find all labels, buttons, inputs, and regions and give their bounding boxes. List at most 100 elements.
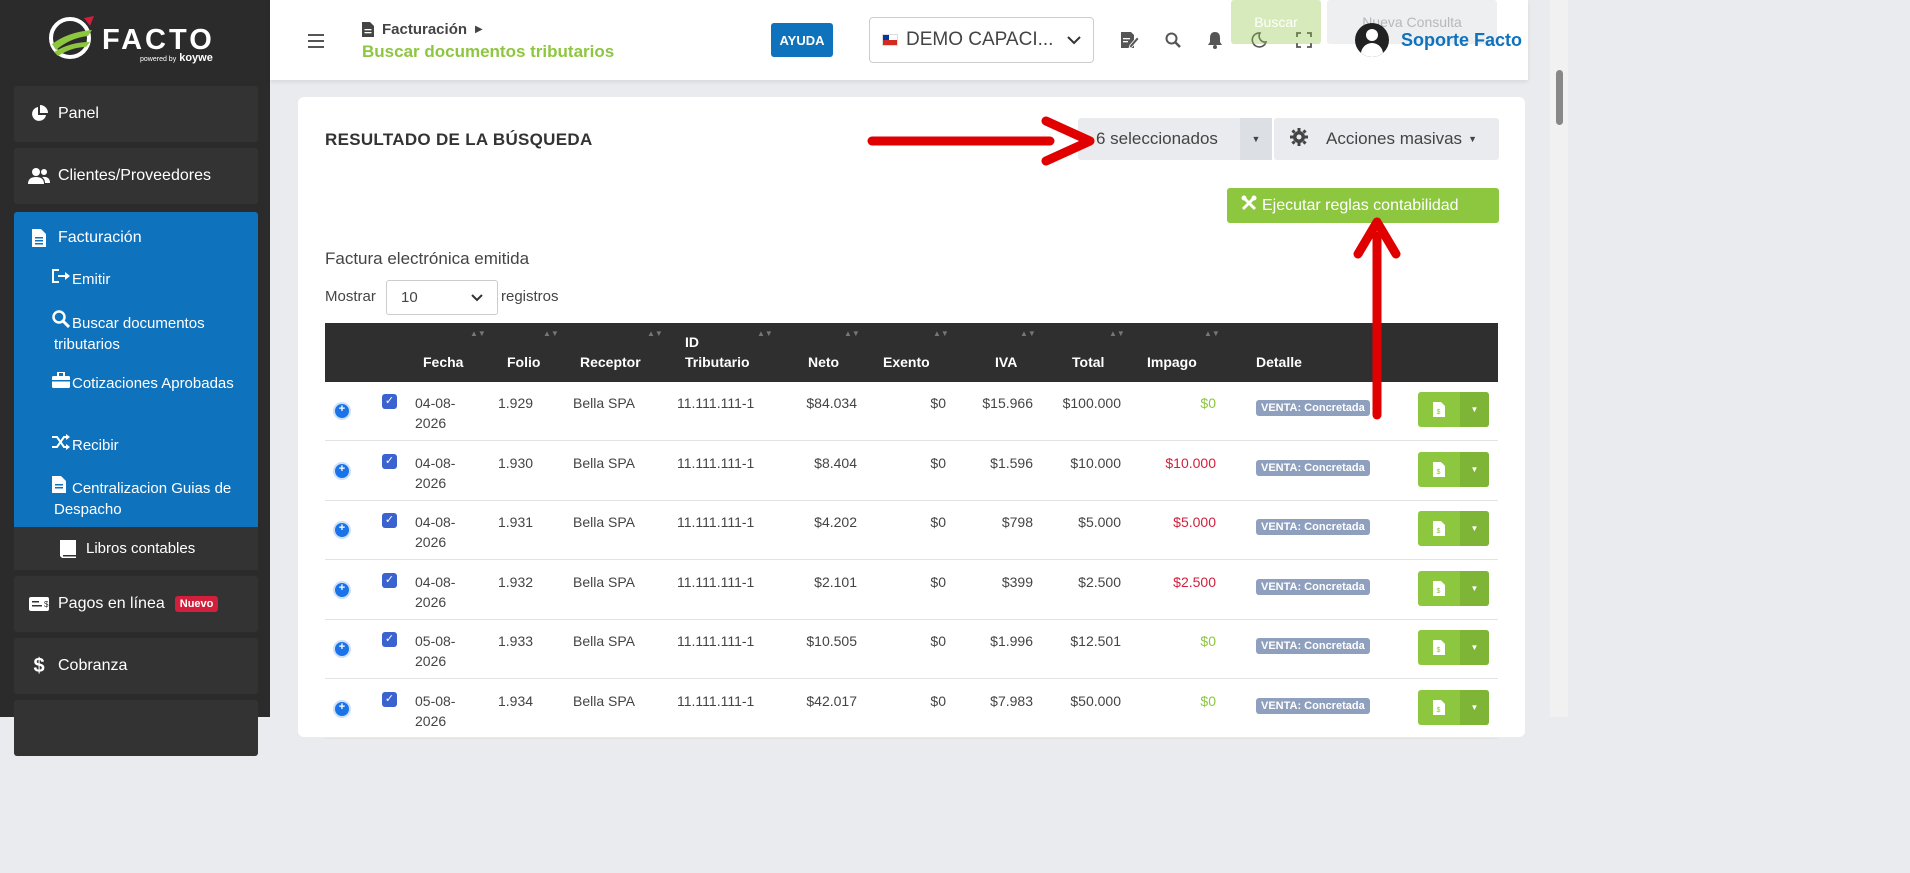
page-size-select[interactable]: 10 — [386, 280, 498, 315]
col-fecha[interactable]: Fecha — [423, 354, 463, 370]
caret-down-icon[interactable]: ▼ — [1460, 630, 1489, 665]
breadcrumb: Facturación ▶ — [362, 21, 483, 38]
row-checkbox[interactable]: ✓ — [382, 572, 397, 588]
submenu-item-recibir[interactable]: Recibir — [52, 434, 254, 456]
col-id-line2[interactable]: Tributario — [685, 354, 750, 370]
document-icon[interactable]: $ — [1418, 452, 1460, 487]
expand-row-icon[interactable]: + — [333, 699, 351, 718]
sort-icon[interactable]: ▲▼ — [470, 329, 486, 338]
svg-text:$: $ — [1437, 647, 1441, 654]
col-iva[interactable]: IVA — [995, 354, 1017, 370]
bell-icon[interactable] — [1205, 30, 1225, 50]
caret-down-icon[interactable]: ▼ — [1460, 511, 1489, 546]
help-button[interactable]: AYUDA — [771, 23, 833, 57]
breadcrumb-parent[interactable]: Facturación — [382, 21, 467, 38]
col-neto[interactable]: Neto — [808, 354, 839, 370]
sort-icon[interactable]: ▲▼ — [543, 329, 559, 338]
caret-down-icon[interactable]: ▼ — [1460, 689, 1489, 725]
edit-document-icon[interactable] — [1120, 30, 1140, 50]
selection-dropdown[interactable]: 6 seleccionados ▼ — [1078, 118, 1272, 160]
document-icon[interactable]: $ — [1418, 630, 1460, 665]
facto-logo[interactable]: FACTO powered by koywe — [48, 14, 228, 72]
sort-icon[interactable]: ▲▼ — [757, 329, 773, 338]
row-actions[interactable]: $ ▼ — [1418, 451, 1489, 487]
table-row[interactable]: + ✓ 04-08- 2026 1.932 Bella SPA 11.111.111-1 $2… — [325, 561, 1498, 620]
document-icon[interactable]: $ — [1418, 392, 1460, 427]
expand-row-icon[interactable]: + — [333, 461, 351, 480]
caret-down-icon[interactable]: ▼ — [1460, 570, 1489, 606]
table-row[interactable]: + ✓ 04-08- 2026 1.931 Bella SPA 11.111.111-1 $4… — [325, 501, 1498, 560]
table-row[interactable]: + ✓ 05-08- 2026 1.934 Bella SPA 11.111.111-1 $4… — [325, 680, 1498, 739]
page-scrollbar[interactable] — [1550, 0, 1568, 717]
sidebar-item-clientes[interactable]: Clientes/Proveedores — [14, 148, 258, 204]
row-checkbox[interactable]: ✓ — [382, 453, 397, 469]
shuffle-icon — [52, 434, 72, 456]
table-row[interactable]: + ✓ 04-08- 2026 1.929 Bella SPA 11.111.111-1 $8… — [325, 382, 1498, 441]
briefcase-icon — [52, 371, 72, 394]
scrollbar-thumb[interactable] — [1556, 70, 1563, 125]
submenu-item-emitir[interactable]: Emitir — [52, 268, 254, 290]
sort-icon[interactable]: ▲▼ — [1204, 329, 1220, 338]
table-row[interactable]: + ✓ 05-08- 2026 1.933 Bella SPA 11.111.111-1 $1… — [325, 620, 1498, 679]
company-selector[interactable]: DEMO CAPACI... — [869, 17, 1094, 63]
cell-total: $100.000 — [1062, 395, 1121, 411]
sort-icon[interactable]: ▲▼ — [1109, 329, 1125, 338]
ghost-search-button[interactable]: Buscar — [1231, 0, 1321, 44]
col-folio[interactable]: Folio — [507, 354, 540, 370]
row-checkbox[interactable]: ✓ — [382, 691, 397, 707]
row-actions[interactable]: $ ▼ — [1418, 630, 1489, 665]
expand-row-icon[interactable]: + — [333, 580, 351, 599]
cell-impago: $2.500 — [1173, 573, 1216, 590]
col-detalle[interactable]: Detalle — [1256, 354, 1302, 370]
col-total[interactable]: Total — [1072, 354, 1104, 370]
search-icon[interactable] — [1163, 30, 1183, 50]
row-checkbox[interactable]: ✓ — [382, 632, 397, 647]
row-actions[interactable]: $ ▼ — [1418, 392, 1489, 427]
user-name[interactable]: Soporte Facto — [1401, 30, 1522, 51]
sidebar-item-facturacion[interactable]: Facturación — [14, 212, 258, 264]
submenu-item-cotizaciones[interactable]: Cotizaciones Aprobadas — [52, 371, 254, 394]
sort-icon[interactable]: ▲▼ — [1020, 329, 1036, 338]
col-impago[interactable]: Impago — [1147, 354, 1197, 370]
caret-down-icon[interactable]: ▼ — [1240, 118, 1272, 160]
row-actions[interactable]: $ ▼ — [1418, 689, 1489, 725]
results-title: RESULTADO DE LA BÚSQUEDA — [325, 130, 593, 149]
document-icon[interactable]: $ — [1418, 511, 1460, 546]
row-checkbox[interactable]: ✓ — [382, 394, 397, 409]
results-card: RESULTADO DE LA BÚSQUEDA 6 seleccionados… — [298, 97, 1525, 739]
sort-icon[interactable]: ▲▼ — [647, 329, 663, 338]
submenu-item-buscar[interactable]: Buscar documentos tributarios — [52, 310, 254, 355]
col-receptor[interactable]: Receptor — [580, 354, 641, 370]
chile-flag-icon — [882, 34, 898, 46]
table-row[interactable]: + ✓ 04-08- 2026 1.930 Bella SPA 11.111.111-1 $8… — [325, 442, 1498, 501]
document-type-heading: Factura electrónica emitida — [325, 249, 530, 268]
caret-down-icon[interactable]: ▼ — [1460, 392, 1489, 427]
row-actions[interactable]: $ ▼ — [1418, 511, 1489, 546]
expand-row-icon[interactable]: + — [333, 521, 351, 539]
col-exento[interactable]: Exento — [883, 354, 930, 370]
expand-row-icon[interactable]: + — [333, 402, 351, 420]
row-actions[interactable]: $ ▼ — [1418, 570, 1489, 606]
expand-row-icon[interactable]: + — [333, 640, 351, 658]
top-header: Facturación ▶ Buscar documentos tributar… — [270, 0, 1528, 80]
document-icon[interactable]: $ — [1418, 690, 1460, 725]
sidebar-item-pagos[interactable]: $ Pagos en línea Nuevo — [14, 576, 258, 632]
row-checkbox[interactable]: ✓ — [382, 513, 397, 528]
sidebar-item-next[interactable] — [14, 700, 258, 756]
sort-icon[interactable]: ▲▼ — [933, 329, 949, 338]
mass-actions-button[interactable]: Acciones masivas ▼ — [1274, 118, 1499, 160]
sort-icon[interactable]: ▲▼ — [844, 329, 860, 338]
caret-down-icon[interactable]: ▼ — [1460, 451, 1489, 487]
execute-accounting-rules-button[interactable]: Ejecutar reglas contabilidad — [1227, 188, 1499, 223]
sidebar-item-libros[interactable]: Libros contables — [14, 527, 258, 570]
sidebar-item-panel[interactable]: Panel — [14, 86, 258, 142]
col-id-line1[interactable]: ID — [685, 334, 699, 350]
avatar[interactable] — [1355, 23, 1389, 57]
sidebar-item-label: Clientes/Proveedores — [58, 167, 211, 184]
submenu-item-centralizacion[interactable]: Centralizacion Guias de Despacho — [52, 476, 250, 520]
cell-impago: $10.000 — [1165, 454, 1216, 471]
facto-swoosh-icon — [49, 16, 94, 59]
sidebar-item-cobranza[interactable]: $ Cobranza — [14, 638, 258, 694]
document-icon[interactable]: $ — [1418, 571, 1460, 606]
menu-toggle-icon[interactable] — [308, 34, 324, 52]
